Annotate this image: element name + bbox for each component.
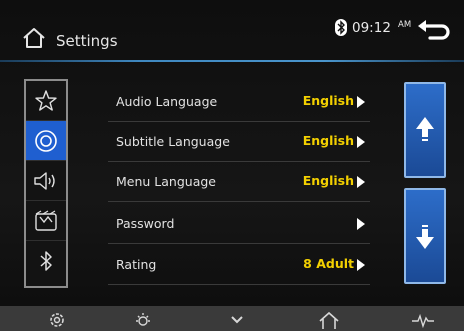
page-title: Settings [56, 32, 118, 50]
settings-category-sidebar [24, 79, 68, 288]
disc-icon [35, 129, 57, 152]
arrow-down-icon [416, 225, 434, 249]
setting-label: Audio Language [116, 94, 218, 109]
bluetooth-icon [40, 251, 52, 271]
home-icon[interactable] [318, 311, 340, 329]
chevron-right-icon [357, 218, 365, 230]
speaker-icon [34, 171, 55, 190]
sidebar-item-bluetooth[interactable] [26, 241, 66, 281]
sidebar-item-audio[interactable] [26, 161, 66, 201]
gear-icon[interactable] [48, 311, 66, 329]
setting-value: English [302, 173, 354, 188]
back-arrow-icon[interactable] [416, 17, 452, 41]
chevron-right-icon [357, 96, 365, 108]
setting-value: English [302, 133, 354, 148]
setting-row-rating[interactable]: Rating 8 Adult [108, 245, 370, 285]
scroll-down-button[interactable] [404, 188, 446, 284]
arrow-up-icon [416, 117, 434, 141]
scroll-up-button[interactable] [404, 82, 446, 178]
setting-label: Password [116, 216, 175, 231]
row-divider [108, 284, 370, 285]
row-divider [108, 243, 370, 244]
setting-label: Subtitle Language [116, 134, 230, 149]
brightness-icon[interactable] [134, 311, 152, 329]
setting-label: Menu Language [116, 174, 216, 189]
sidebar-item-video[interactable] [26, 201, 66, 241]
sidebar-item-disc[interactable] [26, 121, 66, 161]
bluetooth-icon [335, 19, 347, 36]
screen: Settings 09:12 AM Audio Language English… [0, 0, 464, 331]
chevron-right-icon [357, 136, 365, 148]
setting-row-password[interactable]: Password [108, 204, 370, 244]
chevron-down-icon[interactable] [230, 315, 244, 325]
setting-row-audio-language[interactable]: Audio Language English [108, 82, 370, 122]
row-divider [108, 201, 370, 202]
setting-value: 8 Adult [303, 256, 354, 271]
setting-label: Rating [116, 257, 157, 272]
clock-ampm: AM [398, 20, 412, 30]
film-icon [35, 209, 57, 231]
star-icon [35, 89, 57, 111]
sidebar-item-favorites[interactable] [26, 81, 66, 121]
bottom-bar [0, 306, 464, 331]
chevron-right-icon [357, 259, 365, 271]
chevron-right-icon [357, 176, 365, 188]
home-icon[interactable] [22, 27, 46, 49]
equalizer-icon[interactable] [412, 314, 434, 328]
setting-row-menu-language[interactable]: Menu Language English [108, 162, 370, 202]
header-bar: Settings 09:12 AM [0, 0, 464, 60]
setting-row-subtitle-language[interactable]: Subtitle Language English [108, 122, 370, 162]
header-divider [0, 60, 464, 62]
setting-value: English [302, 93, 354, 108]
clock-time: 09:12 [352, 20, 391, 36]
